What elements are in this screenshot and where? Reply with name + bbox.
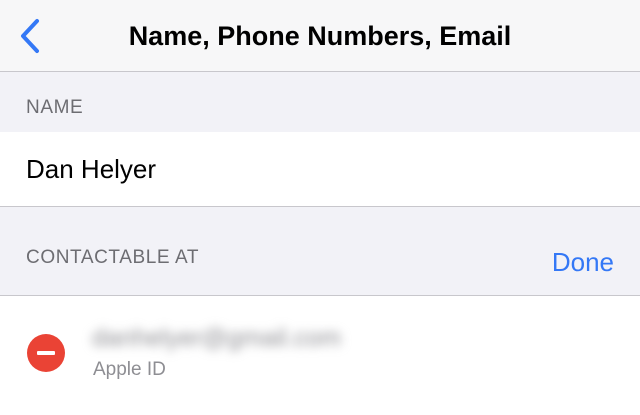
email-subtitle: Apple ID (93, 359, 166, 380)
navigation-bar: Name, Phone Numbers, Email (0, 0, 640, 72)
minus-circle-icon (37, 351, 55, 355)
email-address: danhelyer@gmail.com (92, 324, 342, 352)
contactable-header-label: CONTACTABLE AT (26, 247, 200, 268)
back-button[interactable] (8, 12, 52, 60)
delete-email-button[interactable] (27, 334, 65, 372)
name-section-header: NAME (0, 72, 640, 132)
name-header-label: NAME (26, 97, 84, 118)
email-cell[interactable]: danhelyer@gmail.com Apple ID (0, 295, 640, 415)
page-title: Name, Phone Numbers, Email (128, 21, 512, 51)
name-value: Dan Helyer (26, 154, 157, 184)
name-cell[interactable]: Dan Helyer (0, 132, 640, 207)
done-button[interactable]: Done (552, 247, 614, 278)
chevron-left-icon (21, 19, 39, 53)
contactable-section-header: CONTACTABLE AT Done (0, 207, 640, 295)
